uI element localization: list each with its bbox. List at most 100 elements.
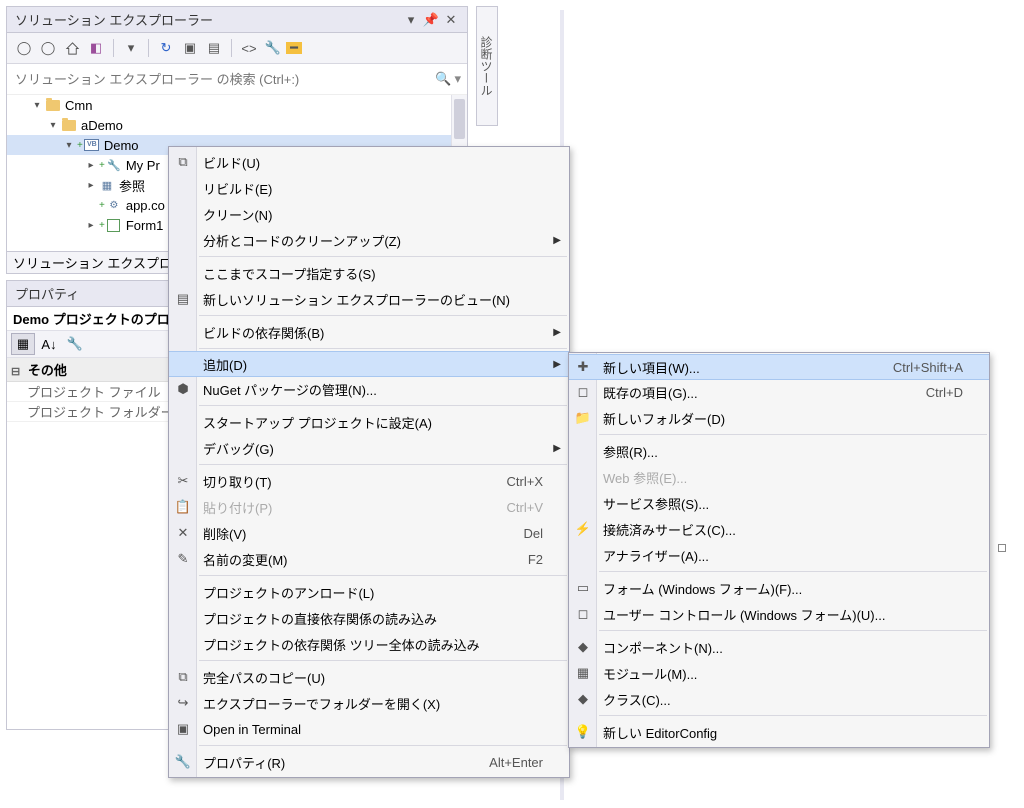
back-button[interactable]: ◯ (13, 37, 35, 59)
menu-item[interactable]: ✎名前の変更(M)F2 (169, 546, 569, 572)
preview-button[interactable]: ━ (286, 42, 302, 54)
categorized-button[interactable]: ▦ (11, 333, 35, 355)
menu-item[interactable]: 分析とコードのクリーンアップ(Z)▶ (169, 227, 569, 253)
expander-icon[interactable] (85, 159, 97, 171)
menu-item[interactable]: ⧉ビルド(U) (169, 149, 569, 175)
close-icon[interactable]: ✕ (443, 13, 459, 27)
menu-item[interactable]: プロジェクトの直接依存関係の読み込み (169, 605, 569, 631)
plus-badge-icon: + (99, 200, 105, 211)
menu-item[interactable]: スタートアップ プロジェクトに設定(A) (169, 409, 569, 435)
tree-node-ademo[interactable]: aDemo (7, 115, 467, 135)
add-submenu: ✚新しい項目(W)...Ctrl+Shift+A◻既存の項目(G)...Ctrl… (568, 352, 990, 748)
menu-item-label: Open in Terminal (203, 722, 543, 737)
menu-item[interactable]: アナライザー(A)... (569, 542, 989, 568)
folder-icon (45, 97, 61, 113)
menu-shortcut: Del (523, 526, 543, 541)
expander-icon[interactable] (85, 219, 97, 231)
menu-item[interactable]: ▤新しいソリューション エクスプローラーのビュー(N) (169, 286, 569, 312)
menu-item[interactable]: 追加(D)▶ (169, 351, 569, 377)
refresh-button[interactable]: ↻ (155, 37, 177, 59)
menu-separator (199, 405, 567, 406)
vb-project-icon: VB (84, 137, 100, 153)
properties-button[interactable]: 🔧 (262, 37, 284, 59)
resize-handle[interactable] (998, 544, 1006, 552)
expander-icon[interactable] (63, 139, 75, 151)
class-icon: ◆ (573, 689, 593, 709)
menu-item[interactable]: ▦モジュール(M)... (569, 660, 989, 686)
rename-icon: ✎ (173, 549, 193, 569)
menu-item-label: プロジェクトの依存関係 ツリー全体の読み込み (203, 635, 543, 654)
menu-shortcut: Alt+Enter (489, 755, 543, 770)
menu-item[interactable]: ここまでスコープ指定する(S) (169, 260, 569, 286)
expander-icon[interactable] (85, 179, 97, 191)
menu-item[interactable]: ▭ フォーム (Windows フォーム)(F)... (569, 575, 989, 601)
build-icon: ⧉ (173, 152, 193, 172)
dropdown-icon[interactable]: ▾ (403, 13, 419, 27)
menu-item[interactable]: リビルド(E) (169, 175, 569, 201)
menu-shortcut: Ctrl+X (507, 474, 543, 489)
properties-wrench-button[interactable]: 🔧 (63, 333, 87, 355)
menu-item[interactable]: ◻ユーザー コントロール (Windows フォーム)(U)... (569, 601, 989, 627)
menu-item-label: 完全パスのコピー(U) (203, 668, 543, 687)
collapse-icon[interactable] (11, 363, 24, 378)
search-icon[interactable]: 🔍 (432, 68, 454, 90)
menu-item[interactable]: ◆クラス(C)... (569, 686, 989, 712)
pin-icon[interactable]: 📌 (423, 13, 439, 27)
menu-item[interactable]: ◻既存の項目(G)...Ctrl+D (569, 379, 989, 405)
side-tab-diagnostics[interactable]: 診断ツール (476, 6, 498, 126)
menu-separator (199, 660, 567, 661)
menu-item[interactable]: ↪エクスプローラーでフォルダーを開く(X) (169, 690, 569, 716)
menu-item-label: スタートアップ プロジェクトに設定(A) (203, 413, 543, 432)
newfolder-icon: 📁 (573, 408, 593, 428)
menu-item[interactable]: ✂切り取り(T)Ctrl+X (169, 468, 569, 494)
wrench-icon: 🔧 (173, 752, 193, 772)
nuget-icon: ⬢ (173, 379, 193, 399)
menu-item-label: Web 参照(E)... (603, 468, 963, 487)
viewcode-button[interactable]: <> (238, 37, 260, 59)
form-icon: ▭ (573, 578, 593, 598)
tree-node-cmn[interactable]: Cmn (7, 95, 467, 115)
folder-icon (61, 117, 77, 133)
menu-item-label: フォーム (Windows フォーム)(F)... (603, 579, 963, 598)
menu-item[interactable]: 🔧プロパティ(R)Alt+Enter (169, 749, 569, 775)
menu-item[interactable]: ▣Open in Terminal (169, 716, 569, 742)
menu-item[interactable]: 💡新しい EditorConfig (569, 719, 989, 745)
alphabetical-button[interactable]: A↓ (37, 333, 61, 355)
menu-item[interactable]: 参照(R)... (569, 438, 989, 464)
menu-item[interactable]: ✕削除(V)Del (169, 520, 569, 546)
menu-item-label: 分析とコードのクリーンアップ(Z) (203, 231, 543, 250)
menu-item-label: サービス参照(S)... (603, 494, 963, 513)
home-button[interactable] (61, 37, 83, 59)
menu-item[interactable]: 📁新しいフォルダー(D) (569, 405, 989, 431)
solutions-icon[interactable]: ◧ (85, 37, 107, 59)
search-dropdown-icon[interactable]: ▾ (454, 71, 461, 87)
menu-item[interactable]: サービス参照(S)... (569, 490, 989, 516)
menu-item[interactable]: プロジェクトのアンロード(L) (169, 579, 569, 605)
solution-explorer-toolbar: ◯ ◯ ◧ ▾ ↻ ▣ ▤ <> 🔧 ━ (7, 33, 467, 64)
menu-item-label: モジュール(M)... (603, 664, 963, 683)
menu-separator (599, 715, 987, 716)
collapse-button[interactable]: ▣ (179, 37, 201, 59)
filter-dropdown[interactable]: ▾ (120, 37, 142, 59)
menu-item[interactable]: ⧉完全パスのコピー(U) (169, 664, 569, 690)
menu-item-label: 貼り付け(P) (203, 498, 483, 517)
search-input[interactable] (13, 70, 432, 89)
menu-separator (199, 464, 567, 465)
tree-node-label: 参照 (119, 176, 145, 195)
menu-item[interactable]: プロジェクトの依存関係 ツリー全体の読み込み (169, 631, 569, 657)
scrollbar-thumb[interactable] (454, 99, 465, 139)
forward-button[interactable]: ◯ (37, 37, 59, 59)
menu-item[interactable]: ⚡接続済みサービス(C)... (569, 516, 989, 542)
menu-item[interactable]: ◆コンポーネント(N)... (569, 634, 989, 660)
showall-button[interactable]: ▤ (203, 37, 225, 59)
menu-item[interactable]: クリーン(N) (169, 201, 569, 227)
menu-item[interactable]: ビルドの依存関係(B)▶ (169, 319, 569, 345)
menu-item-label: アナライザー(A)... (603, 546, 963, 565)
expander-icon[interactable] (31, 99, 43, 111)
expander-icon[interactable] (47, 119, 59, 131)
menu-item[interactable]: デバッグ(G)▶ (169, 435, 569, 461)
tree-node-label: app.co (126, 198, 165, 213)
menu-item[interactable]: ⬢NuGet パッケージの管理(N)... (169, 376, 569, 402)
property-label: プロジェクト ファイル (27, 382, 161, 401)
menu-item[interactable]: ✚新しい項目(W)...Ctrl+Shift+A (569, 354, 989, 380)
